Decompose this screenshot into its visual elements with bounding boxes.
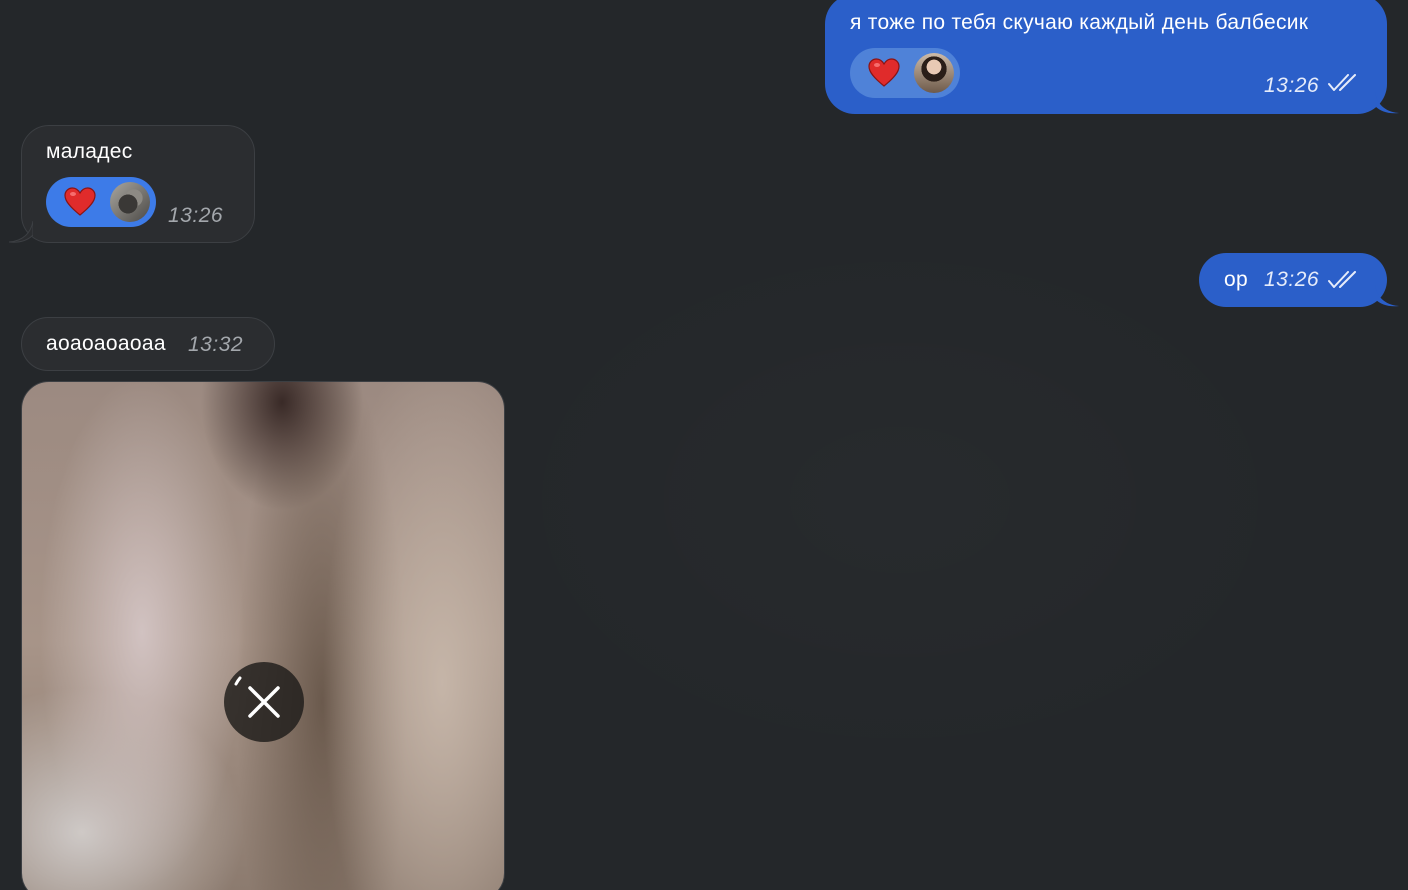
media-message-blurred-photo[interactable]: [21, 381, 505, 890]
cancel-upload-button[interactable]: [224, 662, 304, 742]
close-icon: [234, 676, 280, 718]
reaction-chip[interactable]: [850, 48, 960, 98]
message-bubble-outgoing[interactable]: ор 13:26: [1199, 253, 1399, 307]
message-time: 13:26: [168, 204, 224, 227]
message-text: маладес: [46, 140, 133, 163]
double-check-icon: [1328, 74, 1356, 91]
bubble-tail: [1375, 92, 1399, 114]
message-time: 13:26: [1264, 268, 1320, 291]
message-bubble-incoming[interactable]: аоаоаоаоаа 13:32: [21, 317, 275, 371]
reaction-chip[interactable]: [46, 177, 156, 227]
message-bubble-incoming[interactable]: маладес 13:26: [9, 125, 255, 243]
message-time: 13:26: [1264, 74, 1320, 97]
message-bubble-outgoing[interactable]: я тоже по тебя скучаю каждый день балбес…: [825, 0, 1399, 114]
bubble-tail: [1375, 285, 1399, 307]
double-check-icon: [1328, 271, 1356, 288]
reactor-avatar: [914, 53, 954, 93]
heart-icon: [868, 58, 900, 87]
message-text: ор: [1224, 268, 1248, 291]
bubble-tail: [9, 221, 33, 243]
upload-progress-arc: [234, 676, 242, 686]
heart-icon: [64, 187, 96, 216]
chat-history: я тоже по тебя скучаю каждый день балбес…: [0, 0, 1408, 890]
message-text: я тоже по тебя скучаю каждый день балбес…: [850, 11, 1309, 34]
reactor-avatar: [110, 182, 150, 222]
message-text: аоаоаоаоаа: [46, 332, 166, 355]
message-time: 13:32: [188, 333, 244, 356]
